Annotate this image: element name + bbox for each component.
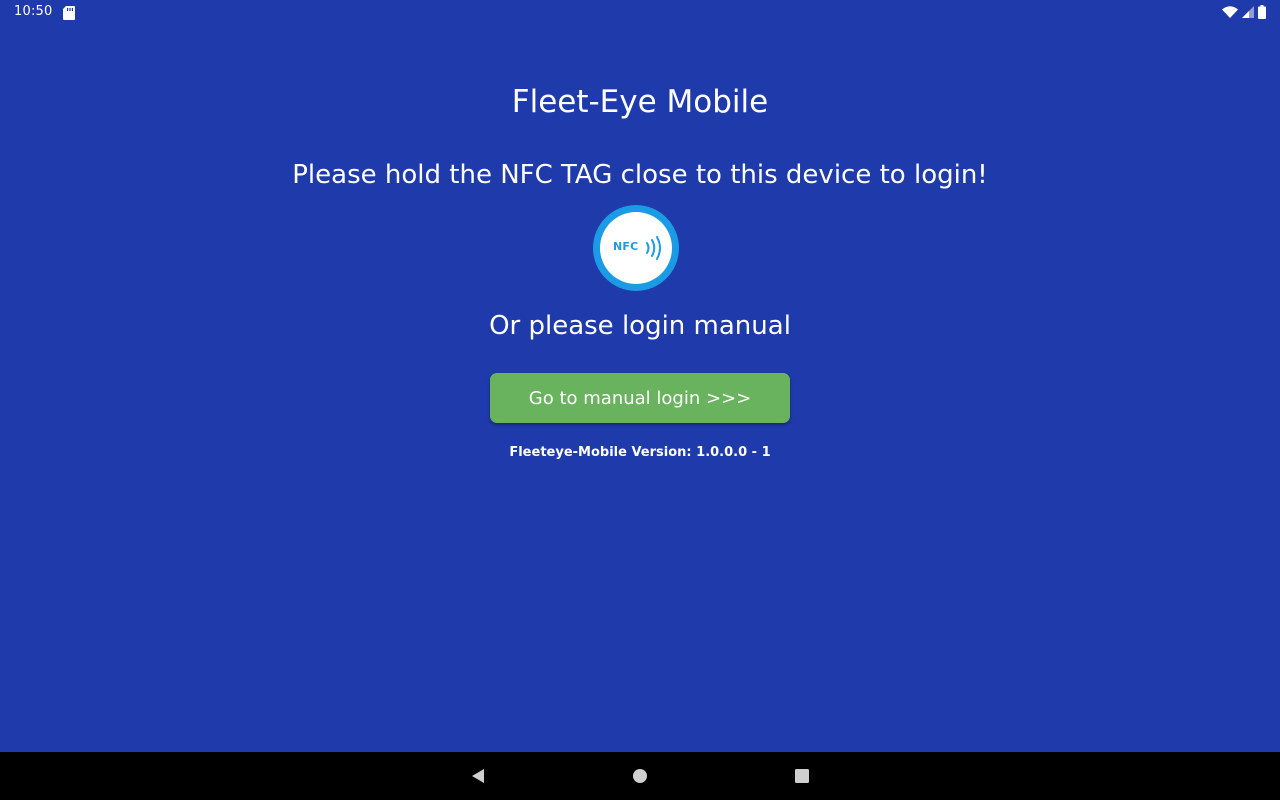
nfc-icon: NFC (593, 205, 679, 291)
app-title: Fleet-Eye Mobile (511, 84, 769, 120)
cellular-signal-icon (1242, 6, 1254, 18)
manual-login-button[interactable]: Go to manual login >>> (490, 373, 790, 423)
status-icons (1222, 4, 1266, 20)
navigation-bar (0, 752, 1280, 800)
home-icon[interactable] (628, 764, 652, 788)
status-time: 10:50 (14, 4, 53, 19)
sd-card-icon (63, 5, 75, 20)
nfc-icon-inner: NFC (600, 212, 672, 284)
nfc-badge-label: NFC (613, 240, 639, 253)
nfc-waves-icon (644, 235, 664, 265)
back-icon[interactable] (466, 764, 490, 788)
battery-icon (1258, 5, 1266, 19)
version-label: Fleeteye-Mobile Version: 1.0.0.0 - 1 (509, 445, 771, 460)
login-screen: 10:50 Fleet-Eye Mobile Please hold the N… (0, 0, 1280, 800)
nfc-instruction: Please hold the NFC TAG close to this de… (292, 160, 988, 190)
status-bar: 10:50 (0, 0, 1280, 24)
recents-icon[interactable] (790, 764, 814, 788)
manual-login-prompt: Or please login manual (489, 311, 791, 341)
wifi-icon (1222, 6, 1238, 18)
